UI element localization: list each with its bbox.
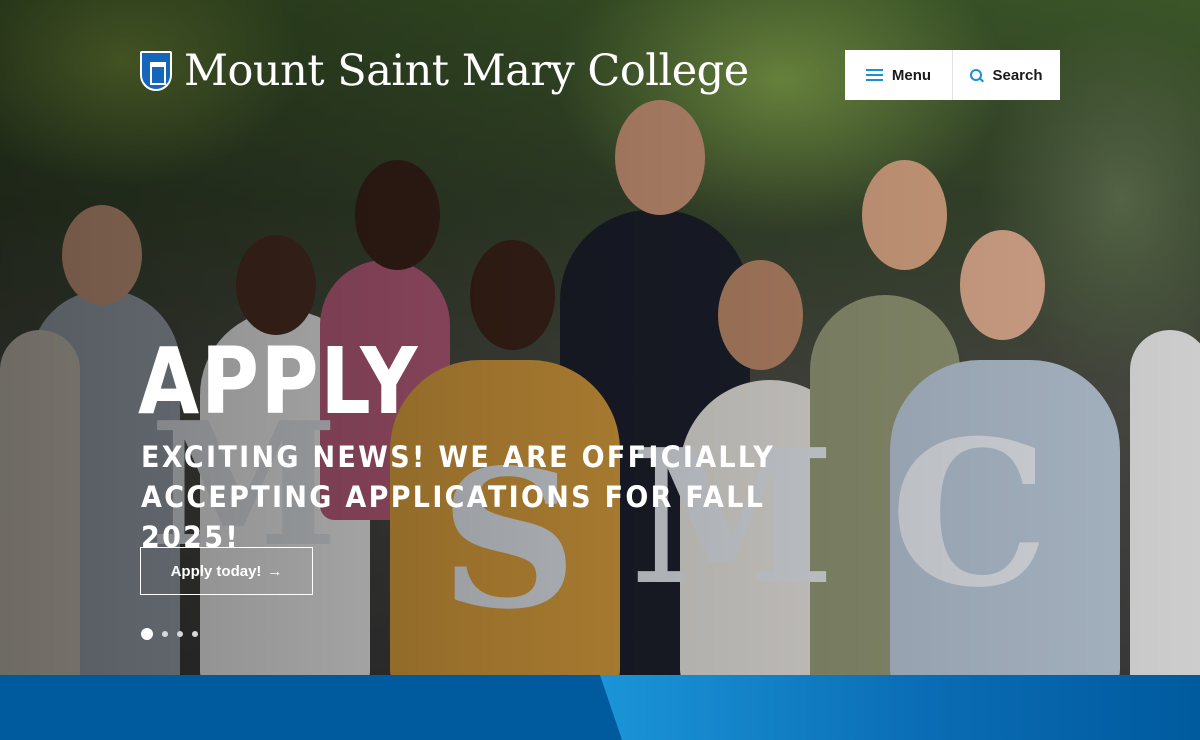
apply-today-button[interactable]: Apply today! →: [140, 547, 313, 595]
hero-subtitle: EXCITING NEWS! WE ARE OFFICIALLY ACCEPTI…: [141, 440, 776, 554]
shield-icon: [140, 51, 172, 91]
logo-wordmark: Mount Saint Mary College: [184, 46, 749, 96]
slider-pagination: [141, 628, 198, 640]
hero-title: APPLY: [138, 328, 420, 435]
college-logo[interactable]: Mount Saint Mary College: [140, 46, 749, 96]
banner-accent: [600, 675, 1200, 740]
apply-button-label: Apply today!: [170, 562, 262, 580]
arrow-right-icon: →: [267, 562, 283, 580]
bottom-banner: [0, 675, 1200, 740]
slide-dot-1[interactable]: [141, 628, 153, 640]
search-icon: [970, 68, 983, 82]
menu-button[interactable]: Menu: [845, 50, 952, 100]
menu-label: Menu: [891, 66, 932, 84]
search-button[interactable]: Search: [952, 50, 1060, 100]
header-actions: Menu Search: [845, 50, 1060, 100]
slide-dot-2[interactable]: [162, 631, 168, 637]
hamburger-icon: [865, 69, 883, 81]
search-label: Search: [992, 66, 1043, 84]
slide-dot-3[interactable]: [177, 631, 183, 637]
slide-dot-4[interactable]: [192, 631, 198, 637]
